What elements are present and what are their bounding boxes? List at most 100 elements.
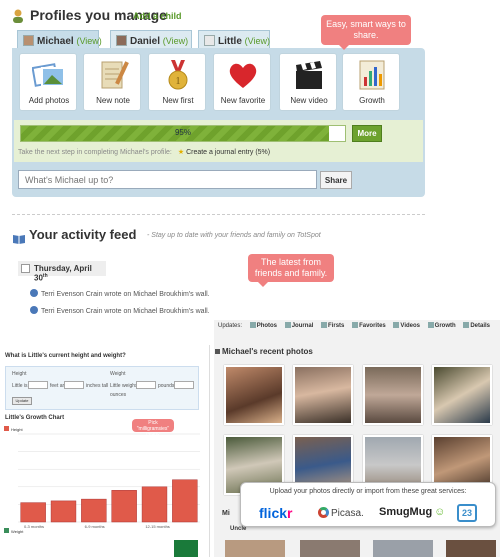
toolbar-favorites[interactable]: Favorites: [352, 322, 386, 329]
flickr-logo[interactable]: flickr: [259, 505, 292, 521]
view-link[interactable]: (View): [245, 36, 270, 46]
update-button[interactable]: Update: [12, 397, 32, 405]
smugmug-icon: ☺: [434, 506, 446, 518]
feet-input[interactable]: [28, 381, 48, 389]
add-photos-button[interactable]: Add photos: [19, 53, 77, 111]
add-child-link[interactable]: Add a child: [133, 11, 182, 21]
next-step-text: Take the next step in completing Michael…: [18, 149, 172, 156]
photo-thumbnail[interactable]: [373, 540, 433, 557]
picasa-logo-text: Picasa.: [331, 508, 364, 519]
services-title: Upload your photos directly or import fr…: [269, 488, 467, 495]
share-callout: Easy, smart ways to share.: [321, 15, 411, 50]
journal-entry-link[interactable]: Create a journal entry (5%): [186, 149, 270, 156]
flickr-logo-text: flick: [259, 505, 288, 521]
avatar: [204, 35, 215, 46]
ounces-input[interactable]: [174, 381, 194, 389]
view-link[interactable]: (View): [163, 36, 188, 46]
details-icon: [463, 322, 470, 328]
favorites-icon: [352, 322, 359, 328]
height-prefix: Little is: [12, 383, 28, 389]
action-label: New note: [96, 96, 130, 105]
growth-question: What is Little's current height and weig…: [5, 353, 126, 359]
chart-bar: [50, 500, 77, 523]
feed-title: Your activity feed: [29, 227, 137, 242]
height-weight-form: Height Weight Little is feet and inches …: [5, 366, 199, 410]
feed-date-suffix: th: [42, 273, 48, 279]
firsts-icon: [321, 322, 328, 328]
photo-thumbnail[interactable]: [224, 365, 284, 425]
svg-text:1: 1: [176, 76, 181, 87]
inches-label: inches tall: [86, 383, 109, 389]
tab-little[interactable]: Little (View): [198, 30, 270, 49]
smugmug-logo[interactable]: SmugMug ☺: [379, 506, 445, 518]
flickr-logo-text: r: [287, 505, 293, 521]
action-label: New video: [290, 96, 328, 105]
photos-toolbar: Updates: Photos Journal Firsts Favorites…: [214, 322, 500, 335]
toolbar-details-label: Details: [470, 323, 491, 329]
feed-item-text: Terri Evenson Crain wrote on Michael Bro…: [41, 308, 210, 315]
toolbar-photos-label: Photos: [256, 323, 278, 329]
photo-thumbnail[interactable]: [432, 365, 492, 425]
toolbar-label: Updates:: [218, 323, 243, 329]
chart-bar: [20, 502, 46, 523]
toolbar-journal-label: Journal: [291, 323, 314, 329]
chart-note: Pick "milligramsies" charts: [132, 419, 174, 438]
photo-thumbnail[interactable]: [446, 540, 496, 557]
chart-title: Little's Growth Chart: [5, 415, 65, 421]
feed-item[interactable]: Terri Evenson Crain wrote on Michael Bro…: [30, 289, 210, 298]
x-tick-label: 12-15 months: [145, 524, 169, 529]
weight-bar-partial: [174, 540, 198, 557]
growth-button[interactable]: Growth: [342, 53, 400, 111]
avatar: [116, 35, 127, 46]
inches-input[interactable]: [64, 381, 84, 389]
action-label: New favorite: [220, 96, 266, 105]
profile-progress-bar: 95%: [20, 125, 346, 142]
23-logo[interactable]: 23: [457, 504, 477, 522]
tab-michael[interactable]: Michael (View): [17, 30, 102, 49]
legend-weight: Weight: [11, 529, 24, 534]
note-icon: [84, 56, 142, 94]
photo-thumbnail[interactable]: [300, 540, 360, 557]
legend-weight-swatch: [4, 528, 9, 533]
photo-thumbnail[interactable]: [363, 365, 423, 425]
videos-icon: [393, 322, 400, 328]
weight-label: Weight: [110, 371, 126, 377]
photo-thumbnail[interactable]: [293, 365, 353, 425]
heart-icon: [214, 56, 272, 94]
more-button[interactable]: More: [352, 125, 382, 142]
profile-icon: [12, 9, 24, 23]
toolbar-photos[interactable]: Photos: [249, 322, 278, 329]
share-button[interactable]: Share: [320, 171, 352, 189]
toolbar-videos[interactable]: Videos: [393, 322, 420, 329]
view-link[interactable]: (View): [76, 36, 101, 46]
new-note-button[interactable]: New note: [83, 53, 141, 111]
new-favorite-button[interactable]: New favorite: [213, 53, 271, 111]
growth-chart: Height Weight 0-3 months 6-9 months 12-15 …: [4, 422, 202, 557]
info-icon: [30, 306, 38, 314]
pounds-input[interactable]: [136, 381, 156, 389]
status-input[interactable]: [18, 170, 317, 189]
feed-callout: The latest from friends and family.: [248, 254, 334, 287]
chart-bar: [172, 479, 198, 523]
toolbar-firsts[interactable]: Firsts: [321, 322, 344, 329]
tab-daniel[interactable]: Daniel (View): [110, 30, 192, 49]
height-label: Height: [12, 371, 27, 377]
x-tick-label: 6-9 months: [85, 524, 105, 529]
photos-icon: [249, 322, 256, 328]
toolbar-growth[interactable]: Growth: [427, 322, 456, 329]
import-services-popup: Upload your photos directly or import fr…: [240, 482, 496, 527]
legend-height-swatch: [4, 426, 9, 431]
book-icon: [13, 231, 25, 244]
chart-icon: [343, 56, 401, 94]
picasa-logo[interactable]: Picasa.: [318, 507, 364, 519]
feed-date: Thursday, April 30th: [18, 261, 106, 283]
feed-item[interactable]: Terri Evenson Crain wrote on Michael Bro…: [30, 306, 210, 315]
toolbar-videos-label: Videos: [400, 323, 420, 329]
new-first-button[interactable]: 1 New first: [148, 53, 206, 111]
toolbar-journal[interactable]: Journal: [284, 322, 314, 329]
journal-icon: [284, 322, 291, 328]
next-step: Take the next step in completing Michael…: [18, 148, 270, 156]
new-video-button[interactable]: New video: [279, 53, 337, 111]
photo-thumbnail[interactable]: [225, 540, 285, 557]
toolbar-details[interactable]: Details: [463, 322, 491, 329]
